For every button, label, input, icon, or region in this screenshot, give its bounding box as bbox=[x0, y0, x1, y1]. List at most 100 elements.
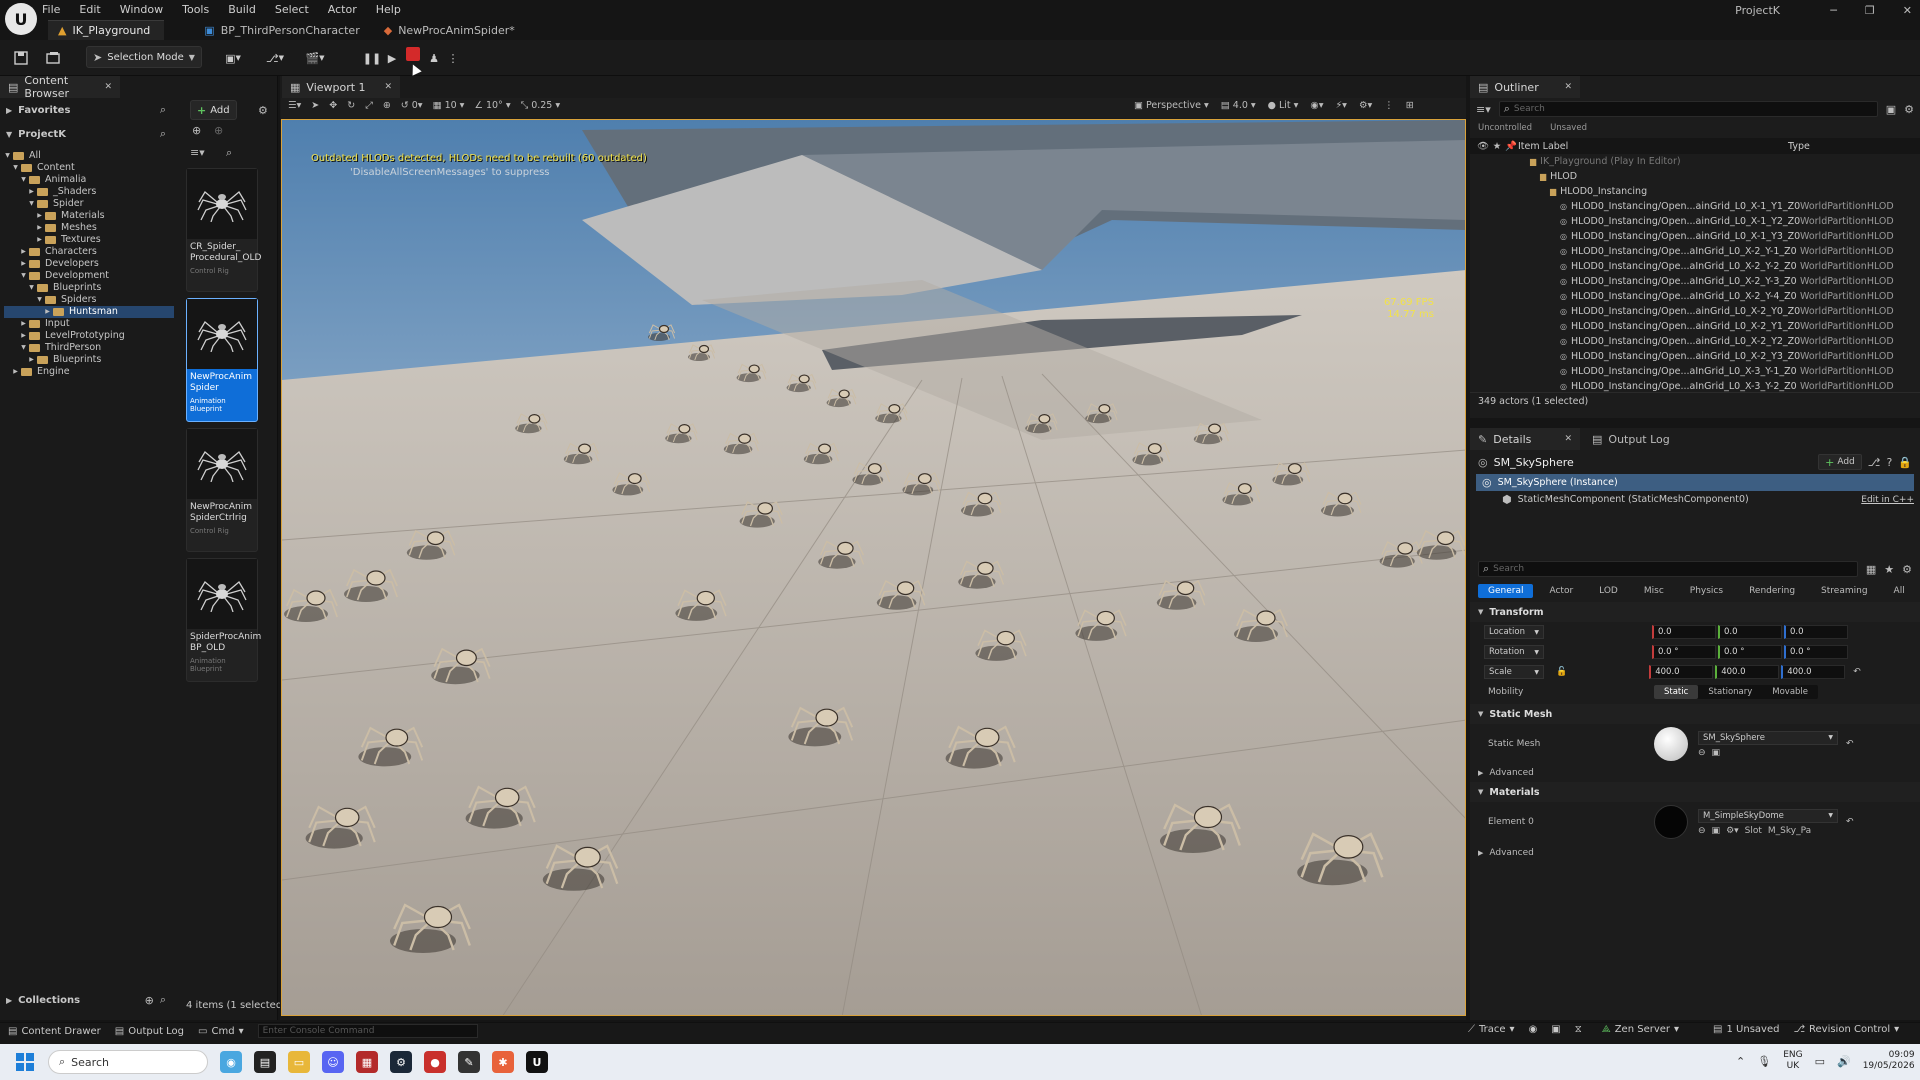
rotation-z-input[interactable]: 0.0 ° bbox=[1784, 645, 1848, 659]
reset-icon[interactable]: ↶ bbox=[1846, 739, 1854, 749]
search-icon[interactable]: ⌕ bbox=[160, 993, 166, 1007]
tab-new-proc-anim-spider[interactable]: ◆ NewProcAnimSpider* bbox=[374, 20, 529, 40]
close-icon[interactable]: ✕ bbox=[384, 82, 392, 92]
language-indicator[interactable]: ENG UK bbox=[1783, 1050, 1802, 1072]
expand-arrow-icon[interactable]: ▶ bbox=[20, 330, 27, 342]
mobility-movable[interactable]: Movable bbox=[1762, 685, 1818, 699]
record-icon[interactable]: ◉ bbox=[1529, 1024, 1538, 1035]
outliner-row[interactable]: ▆ HLOD bbox=[1470, 169, 1920, 184]
outliner-row[interactable]: ▆ IK_Playground (Play In Editor) bbox=[1470, 154, 1920, 169]
scale-x-input[interactable]: 400.0 bbox=[1649, 665, 1714, 679]
viewport-more-icon[interactable]: ⋮ bbox=[1384, 100, 1394, 111]
filter-tab-general[interactable]: General bbox=[1478, 584, 1534, 598]
derived-data-icon[interactable]: ⧖ bbox=[1575, 1024, 1582, 1035]
outliner-row[interactable]: ▆ HLOD0_Instancing bbox=[1470, 184, 1920, 199]
expand-arrow-icon[interactable]: ▼ bbox=[20, 270, 27, 282]
viewport-scene[interactable] bbox=[281, 119, 1466, 1016]
filter-tab-misc[interactable]: Misc bbox=[1634, 584, 1674, 598]
edit-in-cpp-link[interactable]: Edit in C++ bbox=[1861, 495, 1914, 505]
view-mode-dropdown[interactable]: ● Lit ▾ bbox=[1268, 100, 1299, 111]
history-forward-icon[interactable]: ⊕ bbox=[214, 124, 223, 137]
folder-huntsman[interactable]: ▶ Huntsman bbox=[4, 306, 174, 318]
add-component-button[interactable]: + Add bbox=[1818, 454, 1862, 470]
filter-tab-all[interactable]: All bbox=[1884, 584, 1915, 598]
resume-icon[interactable]: ▶ bbox=[384, 46, 400, 70]
tab-ik-playground[interactable]: ▲ IK_Playground bbox=[48, 20, 165, 40]
tab-bp-third-person[interactable]: ▣ BP_ThirdPersonCharacter bbox=[194, 20, 373, 40]
design-app-icon[interactable]: ✱ bbox=[492, 1051, 514, 1073]
minimize-icon[interactable]: ─ bbox=[1830, 4, 1837, 17]
folder-development[interactable]: ▼ Development bbox=[4, 270, 174, 282]
menu-window[interactable]: Window bbox=[120, 3, 163, 16]
output-log-button[interactable]: ▤ Output Log bbox=[115, 1026, 184, 1037]
more-options-icon[interactable]: ⋮ bbox=[448, 46, 459, 70]
expand-arrow-icon[interactable]: ▶ bbox=[12, 366, 19, 378]
star-icon[interactable]: ★ bbox=[1490, 141, 1504, 152]
asset-tile[interactable]: CR_Spider_ Procedural_OLD Control Rig bbox=[186, 168, 261, 292]
rotation-x-input[interactable]: 0.0 ° bbox=[1652, 645, 1716, 659]
sky-sphere-thumbnail[interactable] bbox=[1654, 727, 1688, 761]
console-input[interactable]: Enter Console Command bbox=[257, 1024, 478, 1038]
location-x-input[interactable]: 0.0 bbox=[1652, 625, 1716, 639]
project-header[interactable]: ▼ ProjectK ⌕ bbox=[6, 126, 166, 142]
menu-file[interactable]: File bbox=[42, 3, 60, 16]
scale-y-input[interactable]: 400.0 bbox=[1715, 665, 1780, 679]
media-app-icon[interactable]: ● bbox=[424, 1051, 446, 1073]
scale-snap-icon[interactable]: ⤡ 0.25 ▾ bbox=[521, 100, 561, 111]
camera-speed-dropdown[interactable]: ▤ 4.0 ▾ bbox=[1221, 100, 1256, 111]
outliner-row[interactable]: ◎ HLOD0_Instancing/Ope...aInGrid_L0_X-2_Y… bbox=[1470, 259, 1920, 274]
filter-tab-lod[interactable]: LOD bbox=[1589, 584, 1628, 598]
tab-output-log[interactable]: ▤ Output Log bbox=[1580, 433, 1670, 446]
folder-spider[interactable]: ▼ Spider bbox=[4, 198, 174, 210]
save-icon[interactable] bbox=[12, 46, 30, 70]
menu-actor[interactable]: Actor bbox=[328, 3, 357, 16]
close-icon[interactable]: ✕ bbox=[104, 82, 112, 92]
instance-row[interactable]: ◎ SM_SkySphere (Instance) bbox=[1476, 474, 1914, 491]
folder-engine[interactable]: ▶ Engine bbox=[4, 366, 174, 378]
outliner-row[interactable]: ◎ HLOD0_Instancing/Ope...aInGrid_L0_X-2_Y… bbox=[1470, 244, 1920, 259]
content-drawer-button[interactable]: ▤ Content Drawer bbox=[8, 1026, 101, 1037]
grid-view-icon[interactable]: ▦ bbox=[1866, 563, 1876, 576]
file-explorer-icon[interactable]: ▭ bbox=[288, 1051, 310, 1073]
search-icon[interactable]: ⌕ bbox=[226, 146, 232, 160]
settings-icon[interactable]: ⚙ bbox=[1904, 103, 1914, 116]
mobility-stationary[interactable]: Stationary bbox=[1698, 685, 1762, 699]
cinematics-icon[interactable]: 🎬 ▼ bbox=[302, 46, 328, 70]
outliner-row[interactable]: ◎ HLOD0_Instancing/Open...ainGrid_L0_X-1_… bbox=[1470, 229, 1920, 244]
folder-content[interactable]: ▼ Content bbox=[4, 162, 174, 174]
expand-arrow-icon[interactable]: ▶ bbox=[44, 306, 51, 318]
asset-tile[interactable]: NewProcAnim SpiderCtrlrig Control Rig bbox=[186, 428, 258, 552]
scale-icon[interactable]: ⤢ bbox=[365, 100, 373, 111]
tab-viewport-1[interactable]: ▦ Viewport 1 ✕ bbox=[282, 76, 400, 98]
surface-snap-icon[interactable]: ↺ 0▾ bbox=[401, 100, 423, 111]
folder-input[interactable]: ▶ Input bbox=[4, 318, 174, 330]
tab-content-browser[interactable]: ▤ Content Browser ✕ bbox=[0, 74, 120, 100]
lock-icon[interactable]: 🔒 bbox=[1898, 456, 1912, 469]
collections-header[interactable]: ▶ Collections ⊕ ⌕ bbox=[6, 992, 166, 1008]
component-row[interactable]: ⬢ StaticMeshComponent (StaticMeshCompone… bbox=[1476, 491, 1914, 508]
material-thumbnail[interactable] bbox=[1654, 805, 1688, 839]
volume-icon[interactable]: 🔊 bbox=[1837, 1055, 1851, 1068]
outliner-row[interactable]: ◎ HLOD0_Instancing/Ope...aInGrid_L0_X-2_Y… bbox=[1470, 289, 1920, 304]
close-icon[interactable]: ✕ bbox=[1564, 434, 1572, 444]
unsaved-button[interactable]: ▤ 1 Unsaved bbox=[1713, 1024, 1779, 1035]
search-icon[interactable]: ⌕ bbox=[160, 127, 166, 141]
expand-arrow-icon[interactable]: ▶ bbox=[20, 318, 27, 330]
outliner-row[interactable]: ◎ HLOD0_Instancing/Ope...aInGrid_L0_X-2_Y… bbox=[1470, 274, 1920, 289]
folder-textures[interactable]: ▶ Textures bbox=[4, 234, 174, 246]
translate-icon[interactable]: ✥ bbox=[329, 100, 337, 111]
stop-icon[interactable] bbox=[406, 47, 420, 61]
folder-blueprints[interactable]: ▶ Blueprints bbox=[4, 354, 174, 366]
outliner-row[interactable]: ◎ HLOD0_Instancing/Open...ainGrid_L0_X-2_… bbox=[1470, 304, 1920, 319]
expand-arrow-icon[interactable]: ▼ bbox=[36, 294, 43, 306]
folder--shaders[interactable]: ▶ _Shaders bbox=[4, 186, 174, 198]
outliner-row[interactable]: ◎ HLOD0_Instancing/Ope...aInGrid_L0_X-3_Y… bbox=[1470, 379, 1920, 392]
filter-tab-streaming[interactable]: Streaming bbox=[1811, 584, 1877, 598]
rotation-snap-icon[interactable]: ∠ 10° ▾ bbox=[474, 100, 510, 111]
revision-control-dropdown[interactable]: ⎇ Revision Control ▾ bbox=[1793, 1024, 1899, 1035]
blueprint-menu-icon[interactable]: ⎇ ▼ bbox=[262, 46, 288, 70]
outliner-row[interactable]: ◎ HLOD0_Instancing/Open...ainGrid_L0_X-1_… bbox=[1470, 214, 1920, 229]
expand-arrow-icon[interactable]: ▶ bbox=[28, 186, 35, 198]
materials-section-header[interactable]: ▼ Materials bbox=[1470, 782, 1920, 802]
network-icon[interactable]: ▭ bbox=[1815, 1055, 1825, 1068]
